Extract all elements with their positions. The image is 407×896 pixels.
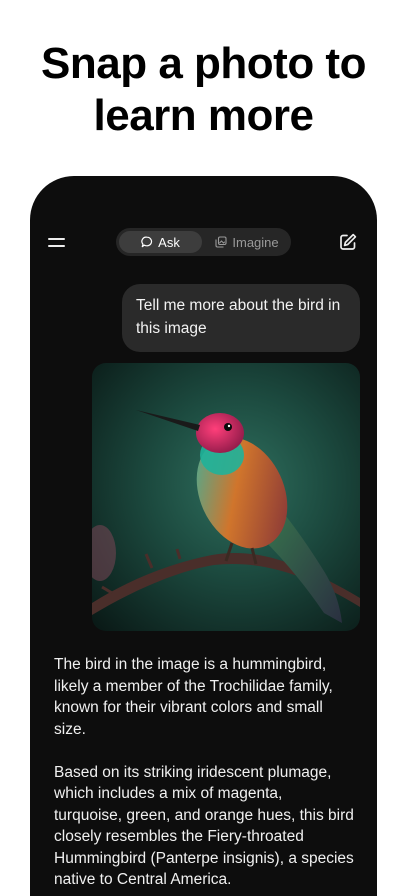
headline-line-1: Snap a photo to bbox=[41, 39, 366, 88]
imagine-tab[interactable]: Imagine bbox=[206, 231, 288, 253]
response-paragraph-1: The bird in the image is a hummingbird, … bbox=[54, 656, 333, 738]
headline-line-2: learn more bbox=[93, 91, 314, 140]
assistant-response: The bird in the image is a hummingbird, … bbox=[54, 654, 354, 896]
hummingbird-photo[interactable] bbox=[92, 363, 360, 631]
headline: Snap a photo to learn more bbox=[0, 38, 407, 142]
image-stack-icon bbox=[215, 236, 227, 248]
ask-tab-label: Ask bbox=[158, 234, 180, 250]
imagine-tab-label: Imagine bbox=[232, 234, 279, 250]
user-message-bubble: Tell me more about the bird in this imag… bbox=[122, 284, 360, 352]
mode-toggle: Ask Imagine bbox=[116, 228, 291, 256]
chat-bubble-icon bbox=[141, 236, 153, 248]
response-paragraph-2: Based on its striking iridescent plumage… bbox=[54, 763, 354, 889]
ask-tab[interactable]: Ask bbox=[119, 231, 202, 253]
phone-screen: Ask Imagine Tell me more about the bird … bbox=[30, 176, 377, 896]
compose-icon[interactable] bbox=[338, 232, 358, 252]
menu-icon[interactable] bbox=[48, 234, 68, 250]
